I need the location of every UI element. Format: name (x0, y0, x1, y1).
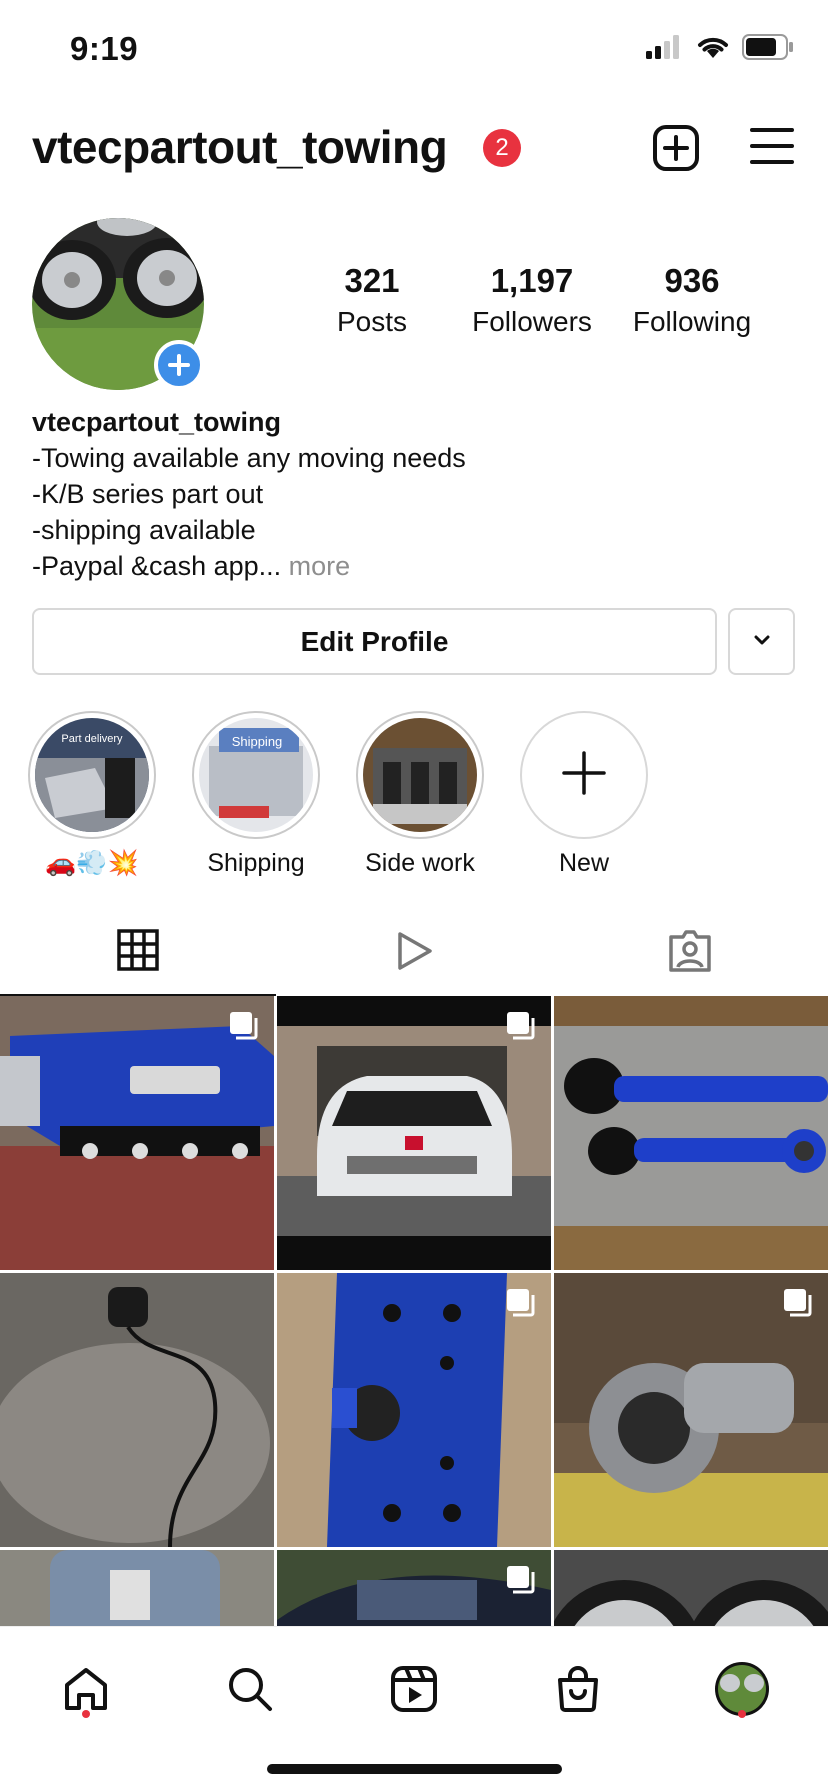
search-icon (226, 1665, 274, 1718)
profile-tabs (0, 910, 828, 996)
multiple-posts-icon (505, 1287, 537, 1324)
profile-header: vtecpartout_towing 2 (0, 110, 828, 190)
posts-stat[interactable]: 321 Posts (322, 262, 422, 338)
nav-profile[interactable] (702, 1651, 782, 1731)
post-thumbnail[interactable] (554, 1550, 828, 1626)
add-story-button[interactable] (154, 340, 204, 390)
highlight-label: Shipping (207, 849, 305, 877)
chevron-down-icon (753, 633, 771, 651)
post-thumbnail[interactable] (0, 996, 274, 1270)
play-icon (394, 930, 434, 977)
wifi-icon (696, 34, 730, 65)
bio-line-last: -Paypal &cash app... more (32, 548, 466, 584)
tagged-icon (667, 929, 713, 978)
highlight-label: New (558, 849, 609, 877)
grid-icon (117, 928, 159, 976)
multiple-posts-icon (505, 1010, 537, 1047)
multiple-posts-icon (228, 1010, 260, 1047)
post-thumbnail[interactable] (554, 1273, 828, 1547)
highlight-cover: Shipping (199, 718, 313, 832)
home-indicator (267, 1764, 562, 1774)
status-indicators (646, 34, 794, 65)
bio-line: -Paypal &cash app... (32, 551, 282, 581)
bio-line: -Towing available any moving needs (32, 443, 466, 473)
highlight-ring (356, 711, 484, 839)
post-thumbnail[interactable] (0, 1550, 274, 1626)
nav-search[interactable] (210, 1651, 290, 1731)
highlight-cover (363, 718, 477, 832)
shop-icon (554, 1665, 602, 1718)
post-thumbnail[interactable] (277, 996, 551, 1270)
status-bar: 9:19 (0, 0, 828, 100)
following-label: Following (632, 306, 752, 337)
edit-profile-button[interactable]: Edit Profile (32, 608, 717, 675)
following-count: 936 (664, 262, 720, 299)
notification-badge[interactable]: 2 (483, 129, 521, 167)
new-post-icon[interactable] (652, 124, 700, 177)
menu-icon[interactable] (750, 126, 794, 171)
multiple-posts-icon (505, 1564, 537, 1601)
highlight-cover-text: Part delivery (61, 733, 123, 745)
highlight-cover-text: Shipping (232, 734, 283, 749)
highlight-ring: Shipping (192, 711, 320, 839)
highlight-label: 🚗💨💥 (45, 849, 139, 877)
new-highlight-button[interactable]: New (519, 711, 649, 878)
nav-home[interactable] (46, 1651, 126, 1731)
nav-shop[interactable] (538, 1651, 618, 1731)
tab-grid[interactable] (0, 910, 276, 996)
followers-count: 1,197 (490, 262, 574, 299)
status-time: 9:19 (70, 30, 139, 67)
highlight-cover: Part delivery (35, 718, 149, 832)
posts-label: Posts (336, 306, 408, 337)
posts-count: 321 (344, 262, 400, 299)
profile-notification-dot (738, 1710, 746, 1718)
battery-icon (742, 34, 794, 65)
tab-tagged[interactable] (552, 910, 828, 996)
followers-stat[interactable]: 1,197 Followers (462, 262, 602, 338)
multiple-posts-icon (782, 1287, 814, 1324)
highlight-item[interactable]: Part delivery 🚗💨💥 (27, 711, 157, 878)
following-stat[interactable]: 936 Following (622, 262, 762, 338)
nav-reels[interactable] (374, 1651, 454, 1731)
followers-label: Followers (472, 306, 592, 337)
bio-more-link[interactable]: more (289, 551, 351, 581)
highlight-item[interactable]: Shipping Shipping (191, 711, 321, 878)
tab-reels[interactable] (276, 910, 552, 996)
reels-icon (390, 1665, 438, 1718)
bio-line: -K/B series part out (32, 479, 264, 509)
profile-username[interactable]: vtecpartout_towing (32, 120, 448, 174)
highlight-item[interactable]: Side work (355, 711, 485, 878)
cellular-signal-icon (646, 35, 684, 64)
post-thumbnail[interactable] (277, 1550, 551, 1626)
post-thumbnail[interactable] (277, 1273, 551, 1547)
home-notification-dot (82, 1710, 90, 1718)
highlight-ring: Part delivery (28, 711, 156, 839)
profile-bio: vtecpartout_towing -Towing available any… (32, 404, 466, 584)
highlight-ring (520, 711, 648, 839)
posts-grid (0, 996, 828, 1626)
post-thumbnail[interactable] (0, 1273, 274, 1547)
highlight-label: Side work (365, 849, 475, 877)
post-thumbnail[interactable] (554, 996, 828, 1270)
bio-name: vtecpartout_towing (32, 407, 282, 437)
bio-line: -shipping available (32, 515, 256, 545)
plus-icon (562, 750, 606, 800)
suggestions-dropdown-button[interactable] (728, 608, 795, 675)
